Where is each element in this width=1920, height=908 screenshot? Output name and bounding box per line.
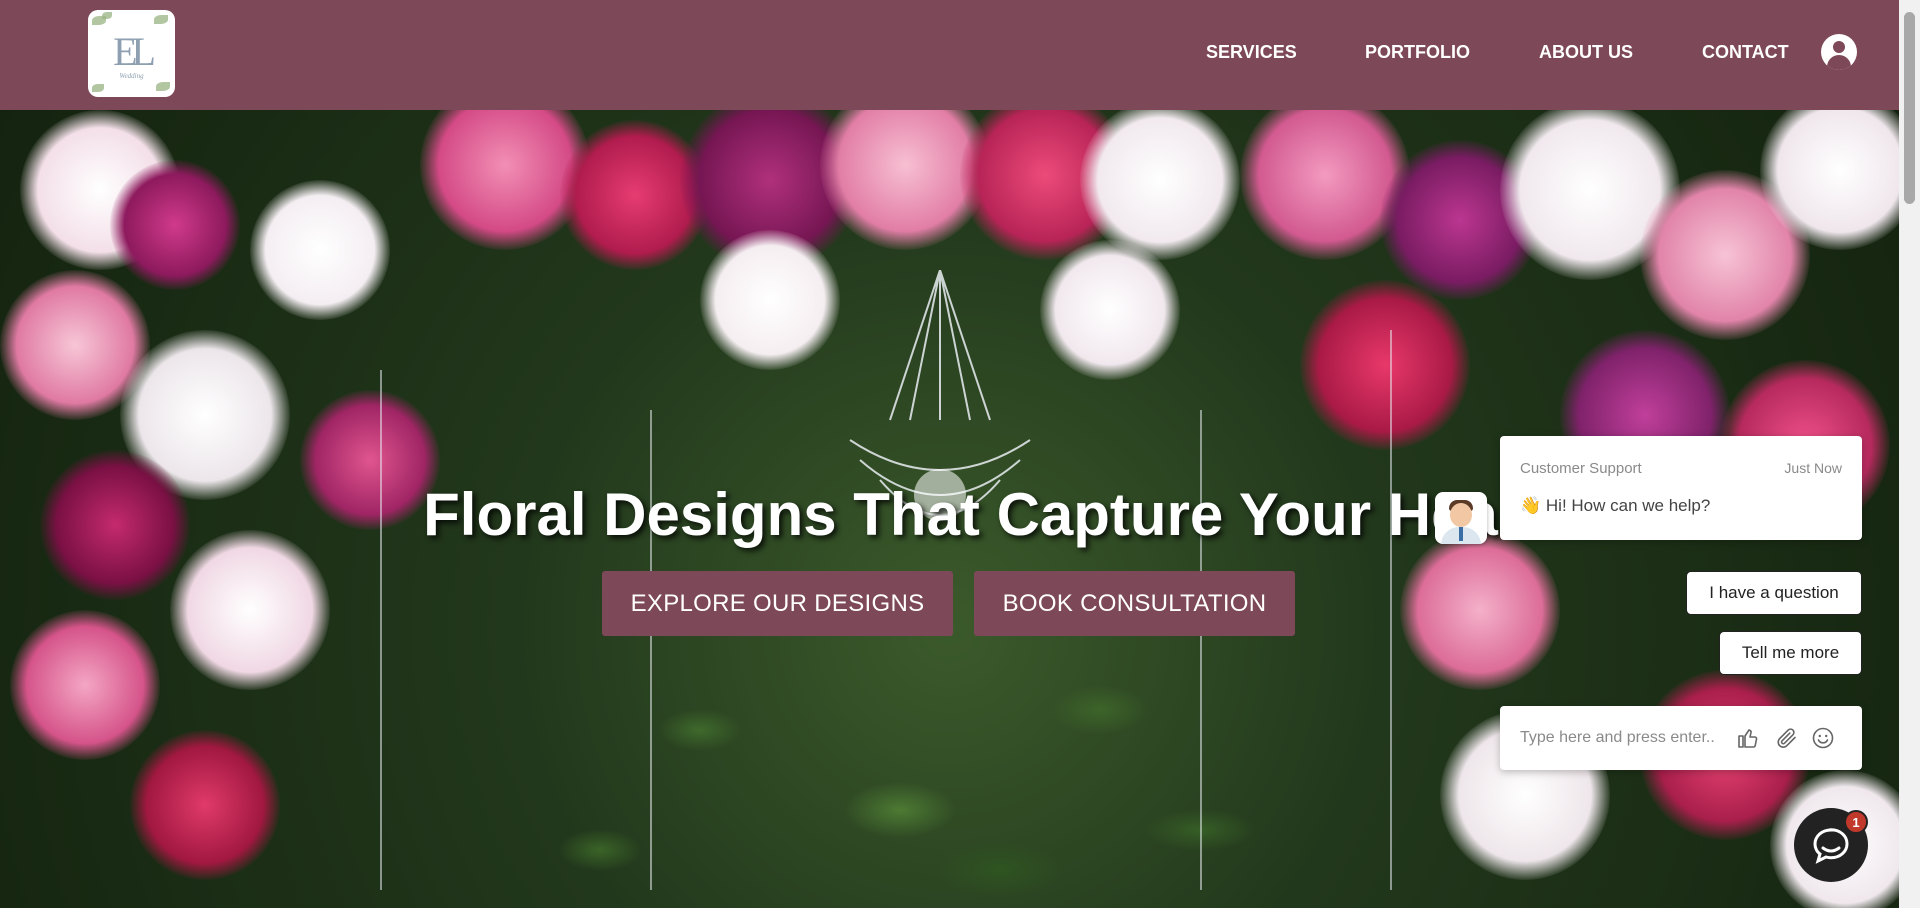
flower: [700, 230, 840, 370]
thumbs-up-icon[interactable]: [1736, 726, 1760, 750]
support-agent-avatar: [1435, 492, 1487, 544]
chat-agent-name: Customer Support: [1520, 460, 1642, 477]
flower: [110, 160, 240, 290]
scrollbar-thumb[interactable]: [1904, 12, 1915, 204]
avatar-tie: [1459, 527, 1463, 541]
leaf-decoration: [154, 15, 168, 24]
logo-script: Wedding: [119, 72, 144, 80]
page-scrollbar[interactable]: [1899, 0, 1920, 908]
chat-greeting: 👋 Hi! How can we help?: [1520, 496, 1711, 515]
nav-services[interactable]: SERVICES: [1206, 42, 1297, 63]
leaf-decoration: [102, 12, 112, 19]
site-logo[interactable]: EL Wedding: [88, 10, 175, 97]
site-header: EL Wedding SERVICES PORTFOLIO ABOUT US C…: [0, 0, 1899, 110]
user-circle-icon[interactable]: [1821, 34, 1857, 70]
flower: [10, 610, 160, 760]
nav-contact[interactable]: CONTACT: [1702, 42, 1789, 63]
flower: [1400, 530, 1560, 690]
avatar-face: [1450, 503, 1472, 527]
chat-message-bubble: Customer Support Just Now 👋 Hi! How can …: [1500, 436, 1862, 540]
crystal-strand: [380, 370, 382, 890]
leaf-decoration: [92, 84, 104, 92]
user-head: [1833, 41, 1845, 53]
flower: [170, 530, 330, 690]
leaf-decoration: [156, 82, 170, 91]
chat-message-input[interactable]: [1520, 724, 1720, 752]
explore-designs-button[interactable]: EXPLORE OUR DESIGNS: [602, 571, 953, 636]
flower: [1300, 280, 1470, 450]
flower: [250, 180, 390, 320]
nav-portfolio[interactable]: PORTFOLIO: [1365, 42, 1470, 63]
chat-input-bar: [1500, 706, 1862, 770]
book-consultation-button[interactable]: BOOK CONSULTATION: [974, 571, 1295, 636]
crystal-strand: [1390, 330, 1392, 890]
logo-monogram: EL: [113, 29, 156, 74]
quick-reply-question[interactable]: I have a question: [1686, 571, 1862, 615]
nav-about-us[interactable]: ABOUT US: [1539, 42, 1633, 63]
user-body: [1827, 55, 1851, 70]
flower: [1040, 240, 1180, 380]
chat-timestamp: Just Now: [1784, 460, 1842, 476]
flower: [130, 730, 280, 880]
quick-reply-tell-more[interactable]: Tell me more: [1719, 631, 1862, 675]
smiley-icon[interactable]: [1811, 726, 1835, 750]
unread-badge: 1: [1844, 810, 1868, 834]
paperclip-icon[interactable]: [1775, 726, 1799, 750]
